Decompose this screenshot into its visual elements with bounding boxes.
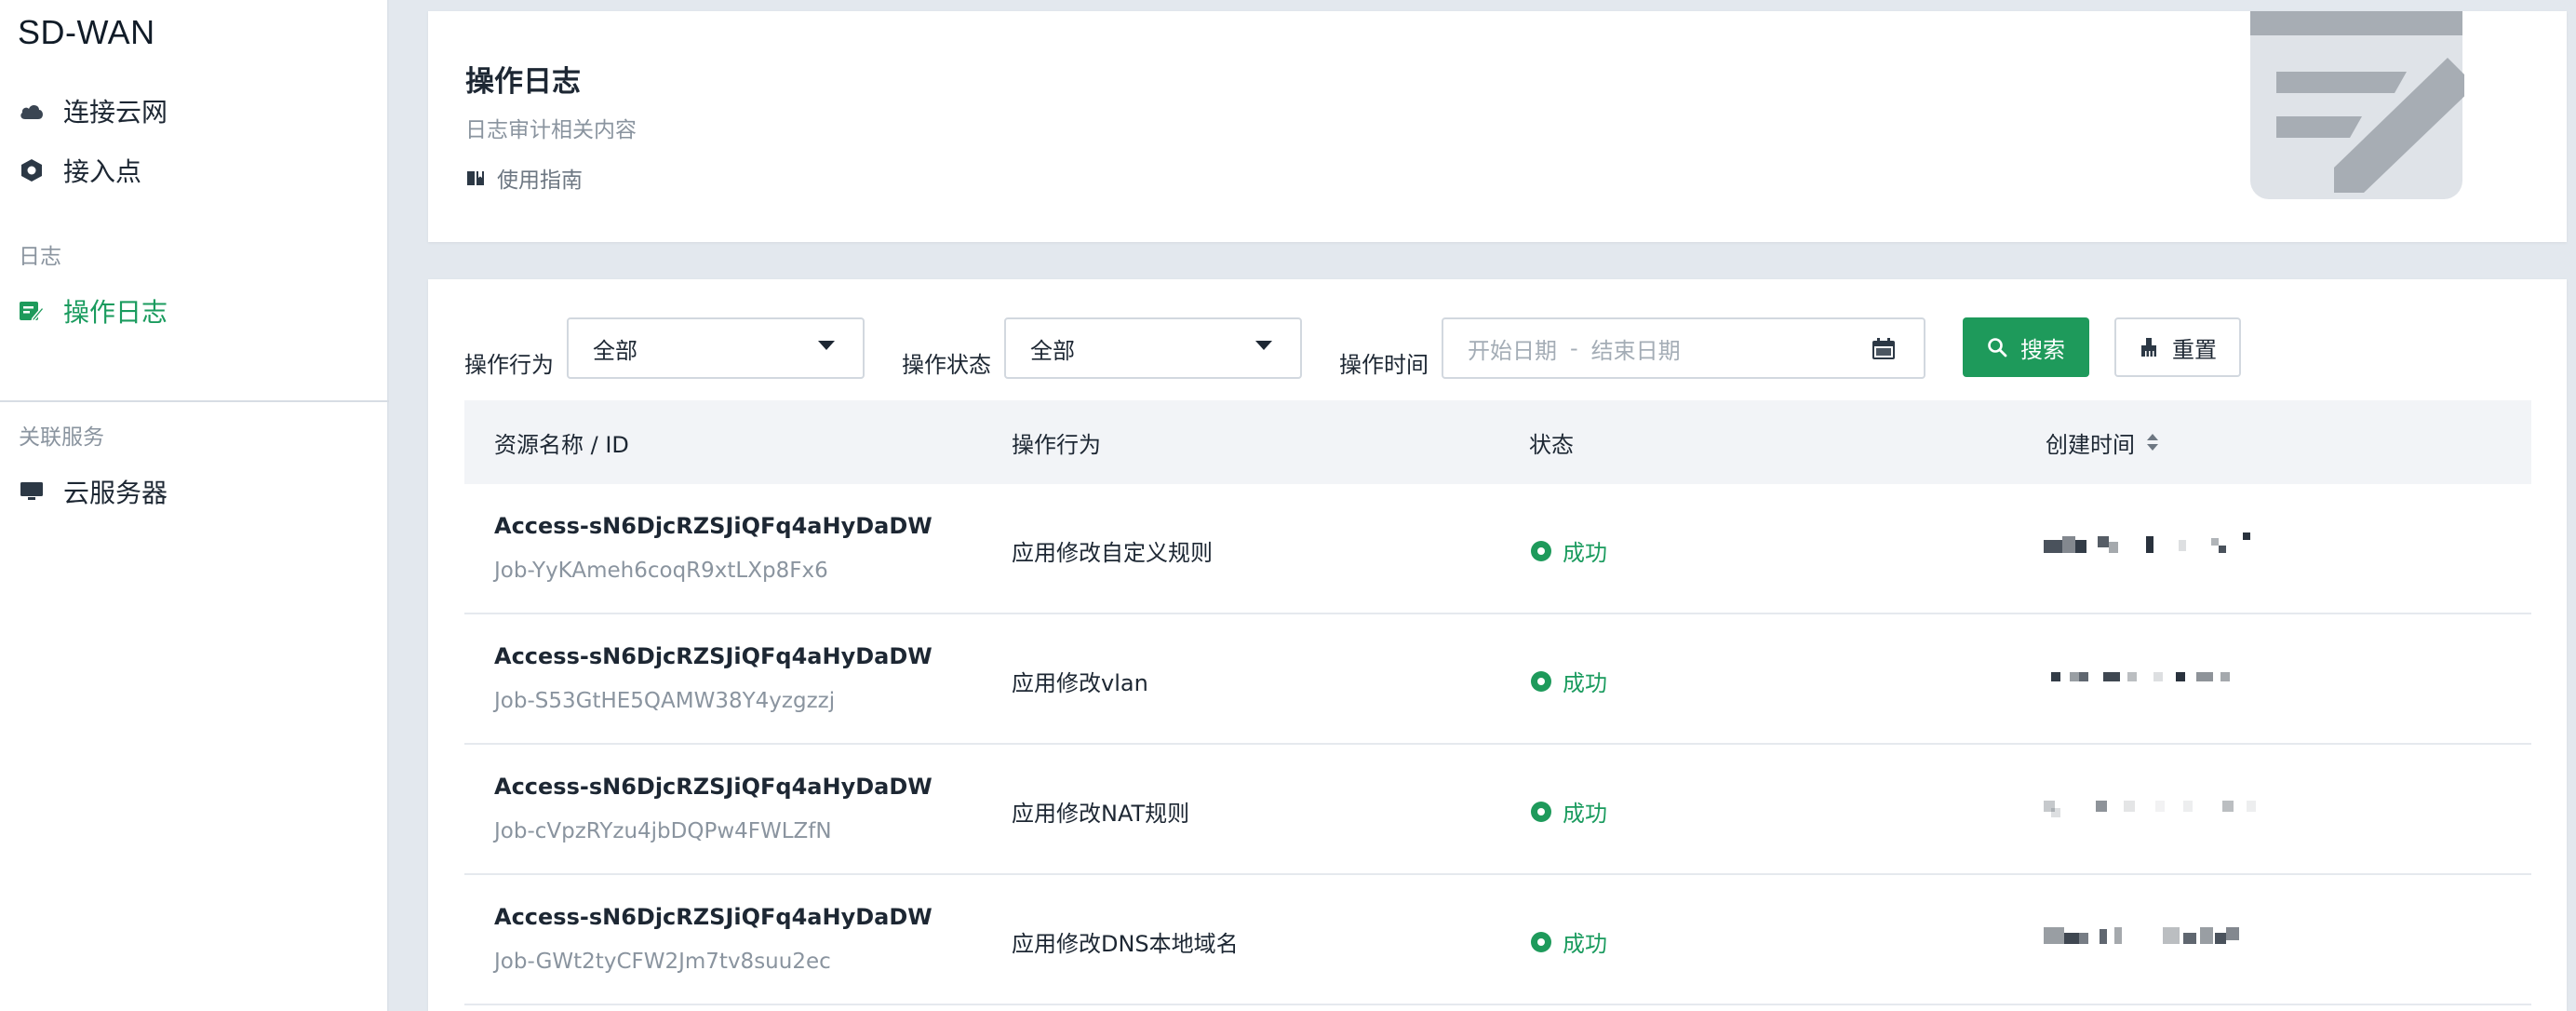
calendar-icon [1872,338,1896,360]
monitor-icon [19,479,45,505]
book-icon [465,168,486,188]
edit-log-icon [19,298,45,324]
status-select[interactable]: 全部 [1004,317,1302,379]
resource-cell: Access-sN6DjcRZSJiQFq4aHyDaDW Job-YyKAme… [494,512,932,585]
cloud-icon [19,98,45,124]
broom-icon [2139,337,2159,357]
success-status-icon [1531,801,1551,822]
resource-name[interactable]: Access-sN6DjcRZSJiQFq4aHyDaDW [494,903,932,931]
reset-button[interactable]: 重置 [2114,317,2241,377]
page-header-card: 操作日志 日志审计相关内容 使用指南 [428,11,2567,242]
sidebar-section-related: 关联服务 [19,425,104,450]
job-id: Job-GWt2tyCFW2Jm7tv8suu2ec [494,950,831,974]
table-row: Access-sN6DjcRZSJiQFq4aHyDaDW Job-S53GtH… [464,614,2531,745]
status-text: 成功 [1563,540,1607,566]
start-date-input[interactable]: 开始日期 [1468,332,1557,365]
sidebar-item-label: 连接云网 [63,97,168,128]
hexagon-node-icon [19,157,45,183]
success-status-icon [1531,540,1551,561]
filter-time-label: 操作时间 [1339,352,1429,378]
sidebar-item-operation-log[interactable]: 操作日志 [19,287,168,335]
date-separator: - [1570,335,1578,361]
date-range-picker[interactable]: 开始日期 - 结束日期 [1442,317,1925,379]
chevron-down-icon [818,341,835,350]
chevron-down-icon [1255,341,1272,350]
usage-guide-link[interactable]: 使用指南 [465,162,583,194]
sidebar-item-label: 接入点 [63,156,142,187]
search-button[interactable]: 搜索 [1963,317,2089,377]
table-row: Access-sN6DjcRZSJiQFq4aHyDaDW Job-cVpzRY… [464,745,2531,875]
sidebar: SD-WAN 连接云网 接入点 日志 操作日志 关联服务 云服务器 [0,0,389,1011]
column-header-name: 资源名称 / ID [494,431,629,458]
operation-log-illustration [2241,11,2475,209]
sidebar-section-log: 日志 [19,245,61,269]
table-row: Access-sN6DjcRZSJiQFq4aHyDaDW Job-YyKAme… [464,484,2531,614]
action-cell: 应用修改自定义规则 [1012,540,1213,566]
action-cell: 应用修改vlan [1012,670,1148,696]
table-header: 资源名称 / ID 操作行为 状态 创建时间 [464,400,2531,484]
success-status-icon [1531,931,1551,952]
created-time-redacted [2044,659,2267,696]
action-cell: 应用修改NAT规则 [1012,801,1190,827]
column-header-created-label: 创建时间 [2046,431,2135,458]
end-date-input[interactable]: 结束日期 [1591,332,1681,365]
status-text: 成功 [1563,801,1607,827]
job-id: Job-cVpzRYzu4jbDQPw4FWLZfN [494,819,832,843]
reset-button-label: 重置 [2172,336,2217,363]
resource-name[interactable]: Access-sN6DjcRZSJiQFq4aHyDaDW [494,512,932,540]
job-id: Job-S53GtHE5QAMW38Y4yzgzzj [494,689,836,713]
page-subtitle: 日志审计相关内容 [465,118,637,142]
usage-guide-label: 使用指南 [497,168,583,193]
status-cell: 成功 [1531,665,1607,697]
sidebar-divider [0,400,389,402]
sidebar-item-cloud-network[interactable]: 连接云网 [19,87,168,135]
page-title: 操作日志 [465,65,581,99]
action-cell: 应用修改DNS本地域名 [1012,931,1239,957]
resource-name[interactable]: Access-sN6DjcRZSJiQFq4aHyDaDW [494,773,932,801]
column-header-created[interactable]: 创建时间 [2046,426,2159,459]
created-time-redacted [2044,529,2267,566]
success-status-icon [1531,670,1551,692]
status-select-value: 全部 [1030,337,1075,364]
sidebar-item-label: 操作日志 [63,297,168,328]
table-row: Access-sN6DjcRZSJiQFq4aHyDaDW Job-GWt2ty… [464,875,2531,1005]
sort-icon[interactable] [2146,432,2159,452]
status-cell: 成功 [1531,534,1607,567]
sidebar-item-cloud-server[interactable]: 云服务器 [19,467,168,516]
action-select-value: 全部 [593,337,637,364]
resource-cell: Access-sN6DjcRZSJiQFq4aHyDaDW Job-GWt2ty… [494,903,932,976]
status-cell: 成功 [1531,925,1607,958]
sidebar-item-access-point[interactable]: 接入点 [19,146,141,195]
created-time-redacted [2044,920,2267,957]
filter-action-label: 操作行为 [464,352,554,378]
created-time-redacted [2044,789,2267,827]
resource-cell: Access-sN6DjcRZSJiQFq4aHyDaDW Job-S53GtH… [494,642,932,715]
filter-status-label: 操作状态 [902,352,991,378]
resource-name[interactable]: Access-sN6DjcRZSJiQFq4aHyDaDW [494,642,932,670]
column-header-status: 状态 [1529,431,1574,458]
sidebar-item-label: 云服务器 [63,478,168,508]
operation-log-table: 资源名称 / ID 操作行为 状态 创建时间 Access-sN6DjcRZSJ… [464,400,2531,1005]
job-id: Job-YyKAmeh6coqR9xtLXp8Fx6 [494,559,828,583]
resource-cell: Access-sN6DjcRZSJiQFq4aHyDaDW Job-cVpzRY… [494,773,932,845]
brand-title: SD-WAN [18,13,155,51]
search-button-label: 搜索 [2020,336,2065,363]
search-icon [1987,337,2007,357]
column-header-action: 操作行为 [1012,431,1101,458]
status-cell: 成功 [1531,795,1607,828]
status-text: 成功 [1563,670,1607,696]
status-text: 成功 [1563,931,1607,957]
action-select[interactable]: 全部 [567,317,865,379]
